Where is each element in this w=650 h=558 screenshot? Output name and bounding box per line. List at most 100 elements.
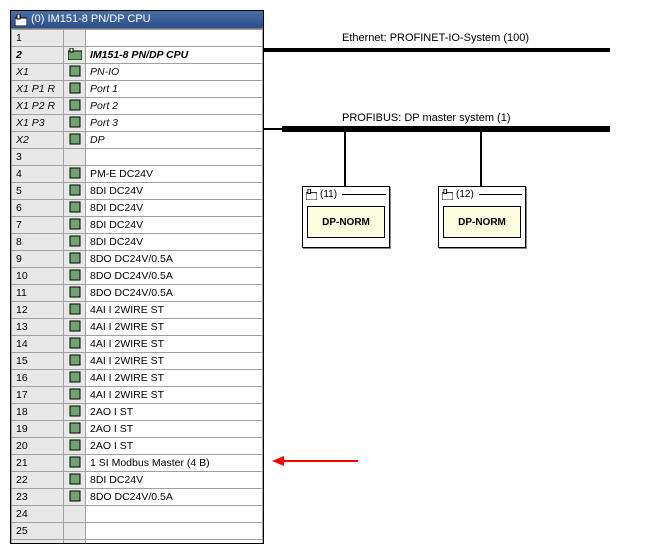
profibus-bus[interactable] — [282, 126, 610, 132]
ethernet-bus[interactable] — [264, 48, 610, 52]
slot-cell: 22 — [12, 472, 64, 489]
module-icon — [64, 472, 86, 489]
module-icon — [64, 438, 86, 455]
module-icon — [64, 302, 86, 319]
module-icon — [64, 81, 86, 98]
slave-icon — [306, 189, 317, 200]
module-icon — [64, 353, 86, 370]
dp-slave-node-11[interactable]: (11) DP-NORM — [302, 186, 390, 248]
rack-table-scroll[interactable]: 12IM151-8 PN/DP CPUX1PN-IOX1 P1 RPort 1X… — [11, 28, 263, 543]
table-row[interactable]: X1PN-IO — [12, 64, 263, 81]
table-row[interactable]: 238DO DC24V/0.5A — [12, 489, 263, 506]
module-icon — [64, 319, 86, 336]
node-address: (12) — [456, 189, 474, 200]
table-row[interactable]: 98DO DC24V/0.5A — [12, 251, 263, 268]
module-icon — [64, 455, 86, 472]
profibus-stub — [264, 128, 282, 130]
slot-cell: 26 — [12, 540, 64, 544]
arrow-head-icon — [272, 456, 284, 466]
module-icon — [64, 217, 86, 234]
table-row[interactable]: 24 — [12, 506, 263, 523]
profibus-label: PROFIBUS: DP master system (1) — [342, 112, 511, 124]
arrow-shaft — [284, 460, 358, 462]
module-icon — [64, 115, 86, 132]
module-cell: DP — [86, 132, 263, 149]
table-row[interactable]: 4PM-E DC24V — [12, 166, 263, 183]
empty-icon-cell — [64, 149, 86, 166]
module-icon — [64, 387, 86, 404]
table-row[interactable]: 182AO I ST — [12, 404, 263, 421]
slot-cell: 15 — [12, 353, 64, 370]
module-icon — [64, 404, 86, 421]
table-row[interactable]: 174AI I 2WIRE ST — [12, 387, 263, 404]
table-row[interactable]: X1 P1 RPort 1 — [12, 81, 263, 98]
table-row[interactable]: 88DI DC24V — [12, 234, 263, 251]
table-row[interactable]: X1 P3Port 3 — [12, 115, 263, 132]
ethernet-label: Ethernet: PROFINET-IO-System (100) — [342, 32, 529, 44]
module-cell — [86, 506, 263, 523]
module-cell — [86, 540, 263, 544]
table-row[interactable]: 2IM151-8 PN/DP CPU — [12, 47, 263, 64]
drop-line-1 — [344, 132, 346, 186]
table-row[interactable]: 78DI DC24V — [12, 217, 263, 234]
table-row[interactable]: 211 SI Modbus Master (4 B) — [12, 455, 263, 472]
table-row[interactable]: 192AO I ST — [12, 421, 263, 438]
rack-title: (0) IM151-8 PN/DP CPU — [31, 11, 151, 28]
table-row[interactable]: 144AI I 2WIRE ST — [12, 336, 263, 353]
callout-arrow — [272, 456, 358, 466]
slot-cell: 17 — [12, 387, 64, 404]
drop-line-2 — [480, 132, 482, 186]
slave-icon — [442, 189, 453, 200]
table-row[interactable]: 124AI I 2WIRE ST — [12, 302, 263, 319]
slot-cell: 11 — [12, 285, 64, 302]
module-icon — [64, 47, 86, 64]
table-row[interactable]: 58DI DC24V — [12, 183, 263, 200]
node-header: (12) — [439, 187, 525, 202]
slot-cell: X2 — [12, 132, 64, 149]
module-cell: 8DO DC24V/0.5A — [86, 285, 263, 302]
dp-slave-node-12[interactable]: (12) DP-NORM — [438, 186, 526, 248]
table-row[interactable]: 11 8DO DC24V/0.5A — [12, 285, 263, 302]
slot-cell: 24 — [12, 506, 64, 523]
node-header-rule — [342, 194, 386, 195]
module-icon — [64, 489, 86, 506]
slot-cell: X1 P2 R — [12, 98, 64, 115]
module-cell: 8DI DC24V — [86, 217, 263, 234]
rack-panel: (0) IM151-8 PN/DP CPU 12IM151-8 PN/DP CP… — [10, 10, 264, 544]
module-icon — [64, 336, 86, 353]
slot-cell: 16 — [12, 370, 64, 387]
rack-icon — [15, 14, 27, 26]
table-row[interactable]: 1 — [12, 30, 263, 47]
table-row[interactable]: 134AI I 2WIRE ST — [12, 319, 263, 336]
table-row[interactable]: 68DI DC24V — [12, 200, 263, 217]
slot-cell: 9 — [12, 251, 64, 268]
module-icon — [64, 132, 86, 149]
table-row[interactable]: 228DI DC24V — [12, 472, 263, 489]
slot-cell: 18 — [12, 404, 64, 421]
table-row[interactable]: 154AI I 2WIRE ST — [12, 353, 263, 370]
slot-cell: X1 P1 R — [12, 81, 64, 98]
slot-cell: 3 — [12, 149, 64, 166]
module-cell: Port 2 — [86, 98, 263, 115]
table-row[interactable]: X1 P2 R Port 2 — [12, 98, 263, 115]
module-icon — [64, 200, 86, 217]
module-icon — [64, 421, 86, 438]
slot-cell: 20 — [12, 438, 64, 455]
module-icon — [64, 98, 86, 115]
module-icon — [64, 183, 86, 200]
node-header-rule — [479, 194, 522, 195]
module-icon — [64, 64, 86, 81]
table-row[interactable]: 108DO DC24V/0.5A — [12, 268, 263, 285]
table-row[interactable]: X2 DP — [12, 132, 263, 149]
table-row[interactable]: 25 — [12, 523, 263, 540]
slot-cell: 8 — [12, 234, 64, 251]
slot-cell: 14 — [12, 336, 64, 353]
empty-icon-cell — [64, 523, 86, 540]
module-cell: IM151-8 PN/DP CPU — [86, 47, 263, 64]
table-row[interactable]: 3 — [12, 149, 263, 166]
slot-cell: 25 — [12, 523, 64, 540]
table-row[interactable]: 164AI I 2WIRE ST — [12, 370, 263, 387]
module-icon — [64, 285, 86, 302]
table-row[interactable]: 26 — [12, 540, 263, 544]
table-row[interactable]: 202AO I ST — [12, 438, 263, 455]
